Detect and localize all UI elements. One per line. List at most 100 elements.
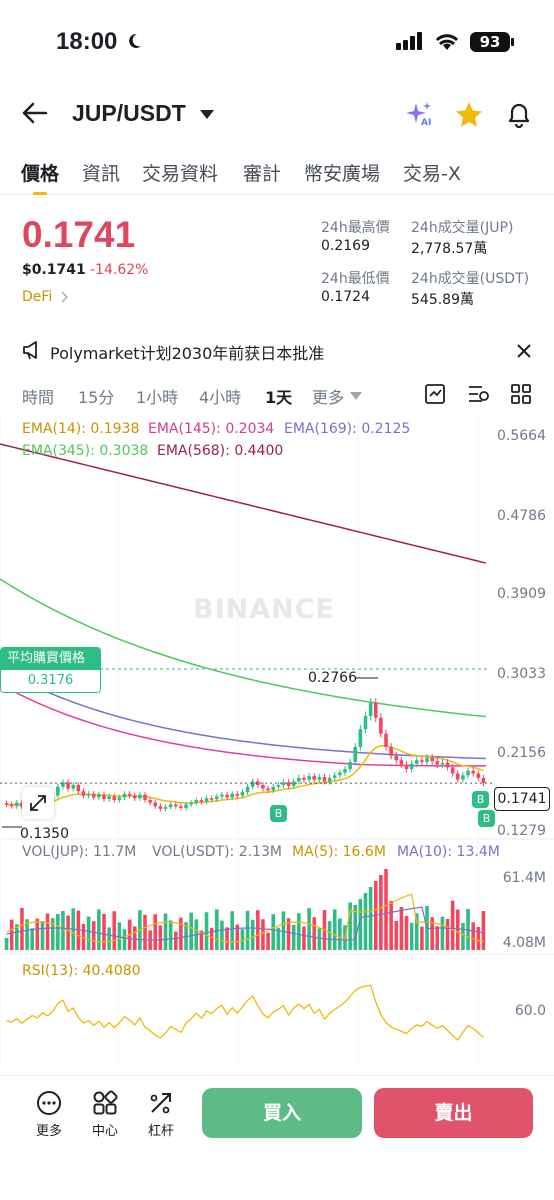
candle-body [127,793,132,796]
candle-body [343,769,347,773]
candle-body [168,804,173,808]
interval-1d[interactable]: 1天 [265,384,292,408]
wifi-icon [435,34,459,50]
candle-body [466,770,470,776]
price-axis-tick: 0.2156 [497,745,546,761]
buy-marker: B [270,805,287,822]
volume-bar [250,919,255,950]
candle-body [9,804,14,807]
candle-body [471,770,475,774]
indicator-settings-icon[interactable] [468,384,490,404]
candle-body [281,782,286,785]
candle-body [163,807,168,809]
interval-time[interactable]: 時間 [22,384,54,408]
usd-price: $0.1741 [22,262,86,278]
vol-base-value: 2,778.57萬 [411,241,488,257]
ema169-label: EMA(169): 0.2125 [284,421,411,437]
volume-bar [327,921,332,950]
sell-button[interactable]: 賣出 [374,1088,533,1138]
ai-badge: AI [421,118,432,128]
interval-more[interactable]: 更多 [312,384,344,408]
price-change: -14.62% [90,262,149,278]
back-arrow-icon[interactable] [22,102,48,124]
vol-base-label: 24h成交量(JUP) [411,220,514,236]
volume-axis-top: 61.4M [502,870,546,886]
nav-center[interactable]: 中心 [80,1090,130,1139]
candle-body [173,804,178,807]
chart-fullscreen-icon[interactable] [425,384,445,404]
close-icon[interactable] [517,344,531,358]
volume-bars [4,869,486,950]
expand-chart-icon[interactable] [22,787,54,819]
candle-body [132,795,137,799]
interval-1h[interactable]: 1小時 [136,384,178,408]
candle-body [440,762,445,765]
low-price-marker: 0.1350 [20,826,69,842]
caret-down-icon[interactable] [200,110,214,119]
avg-buy-price-box[interactable]: 平均購買價格 0.3176 [0,647,101,693]
candle-body [338,772,342,776]
volume-bar [102,914,106,950]
candle-body [420,760,424,762]
candle-body [261,784,265,789]
favorite-star-icon[interactable] [455,101,483,128]
price-axis-tick: 0.3033 [497,666,546,682]
candle-body [368,702,373,716]
layout-grid-icon[interactable] [511,384,531,404]
candle-body [112,796,117,801]
volume-bar [204,912,209,950]
candle-body [102,794,106,800]
volume-bar [97,909,101,950]
candle-body [4,803,9,805]
volume-bar [132,926,137,950]
battery-indicator: 93 [470,32,510,52]
volume-bar [338,918,342,950]
nav-more[interactable]: 更多 [24,1090,74,1139]
rsi-line [6,984,484,1041]
ai-sparkle-icon[interactable]: AI [404,100,434,130]
candle-body [235,793,240,796]
ema345-label: EMA(345): 0.3038 [22,443,149,459]
price-axis-tick: 0.4786 [497,508,546,524]
tab-square[interactable]: 幣安廣場 [304,159,380,186]
candle-body [297,777,301,782]
candle-body [435,761,440,765]
volume-bar [420,926,424,950]
candle-body [153,802,158,807]
candle-body [476,773,481,778]
volume-bar [399,907,404,950]
candle-body [399,760,404,765]
nav-leverage[interactable]: 杠杆 [136,1090,186,1139]
status-bar: 18:00 93 [0,0,554,80]
megaphone-icon [23,341,37,360]
candle-body [81,791,86,796]
volume-bar [409,922,414,950]
price-axis-tick: 0.5664 [497,428,546,444]
volume-bar [297,913,301,950]
defi-tag[interactable]: DeFi [22,289,52,305]
volume-bar [481,911,486,950]
interval-15m[interactable]: 15分 [78,384,114,408]
volume-bar [61,911,65,950]
news-banner[interactable]: Polymarket计划2030年前获日本批准 [0,334,554,368]
tab-info[interactable]: 資訊 [82,159,120,186]
bell-icon[interactable] [506,101,532,129]
interval-4h[interactable]: 4小時 [199,384,241,408]
candle-body [107,796,111,800]
volume-bar [45,913,50,950]
candle-body [409,763,414,770]
volume-bar [4,938,9,950]
buy-button[interactable]: 買入 [202,1088,362,1138]
tab-trade-x[interactable]: 交易-X [403,159,461,186]
high-price-marker: 0.2766 [308,670,357,686]
tab-audit[interactable]: 審計 [243,159,281,186]
tab-trading-data[interactable]: 交易資料 [142,159,218,186]
pair-title[interactable]: JUP/USDT [72,100,186,127]
moon-icon [129,33,141,48]
candle-body [456,773,460,780]
volume-bar [189,912,193,950]
tab-price[interactable]: 價格 [21,159,59,195]
candle-body [194,800,199,803]
volume-bar [122,929,127,950]
candle-body [276,784,281,787]
